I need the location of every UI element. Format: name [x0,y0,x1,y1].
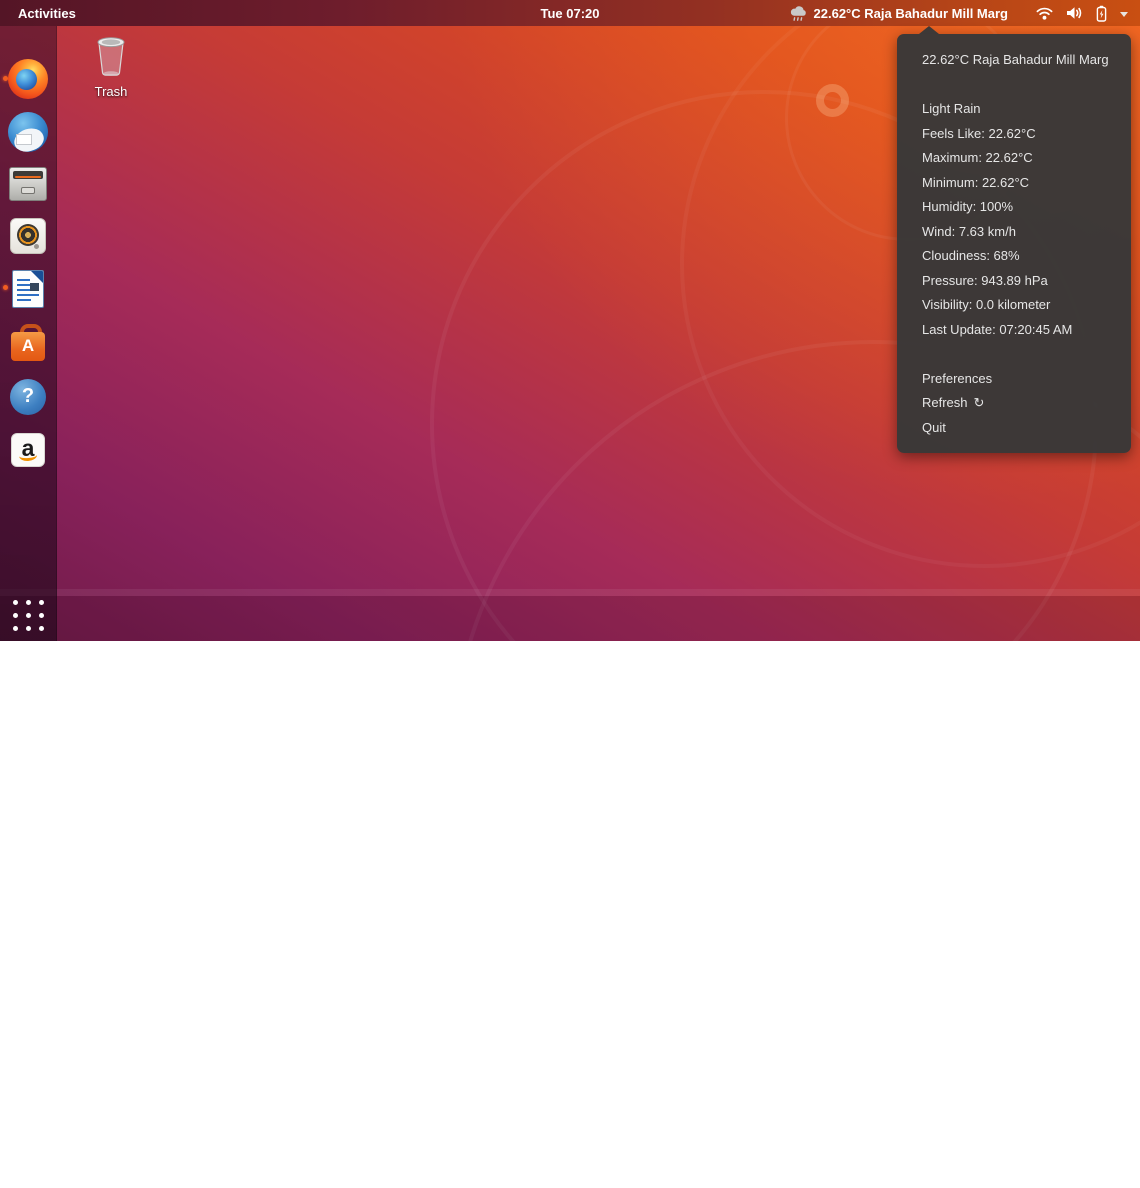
libreoffice-writer-icon [12,270,44,308]
trash-desktop-icon[interactable]: Trash [84,34,138,99]
launcher-item-libreoffice-writer[interactable] [0,262,56,315]
apps-grid-icon [13,600,44,631]
ubuntu-software-icon: A [10,323,46,363]
menu-item-refresh[interactable]: Refresh ↻ [897,391,1131,416]
chevron-down-icon [1120,12,1128,17]
weather-condition: Light Rain [897,97,1131,122]
launcher-item-files[interactable] [0,157,56,210]
weather-detail-feels-like: Feels Like: 22.62°C [897,122,1131,147]
wallpaper-bottom-shade [0,596,1140,641]
weather-menu-header: 22.62°C Raja Bahadur Mill Marg [897,48,1131,73]
menu-item-quit[interactable]: Quit [897,416,1131,441]
refresh-icon: ↻ [974,391,985,416]
volume-icon [1066,6,1083,20]
wallpaper-circle-bottom [450,340,1140,1188]
thunderbird-icon [8,112,48,152]
wallpaper-bottom-stripe [0,589,1140,596]
launcher-item-thunderbird[interactable] [0,105,56,158]
wifi-icon [1036,7,1053,20]
weather-detail-maximum: Maximum: 22.62°C [897,146,1131,171]
weather-detail-minimum: Minimum: 22.62°C [897,171,1131,196]
trash-icon [93,34,129,78]
help-icon: ? [10,379,46,415]
launcher-item-rhythmbox[interactable] [0,209,56,262]
activities-button[interactable]: Activities [10,6,84,21]
weather-detail-wind: Wind: 7.63 km/h [897,220,1131,245]
menu-item-preferences[interactable]: Preferences [897,367,1131,392]
refresh-label: Refresh [922,395,968,410]
weather-indicator-label: 22.62°C Raja Bahadur Mill Marg [814,6,1008,21]
wallpaper-ring-motif [816,84,849,117]
files-icon [9,167,47,201]
firefox-icon [8,59,48,99]
weather-detail-visibility: Visibility: 0.0 kilometer [897,293,1131,318]
amazon-icon: a [11,433,45,467]
weather-indicator-button[interactable]: 22.62°C Raja Bahadur Mill Marg [785,5,1012,22]
clock[interactable]: Tue 07:20 [540,6,599,21]
rhythmbox-icon [10,218,46,254]
weather-detail-pressure: Pressure: 943.89 hPa [897,269,1131,294]
panel-right-cluster: 22.62°C Raja Bahadur Mill Marg [785,5,1132,22]
launcher-item-amazon[interactable]: a [0,423,56,476]
system-status-menu-button[interactable] [1032,5,1132,22]
rain-cloud-icon [789,5,808,22]
top-panel: Activities Tue 07:20 22.62°C Raja Bahadu… [0,0,1140,26]
launcher-item-help[interactable]: ? [0,370,56,423]
trash-label: Trash [84,84,138,99]
weather-detail-cloudiness: Cloudiness: 68% [897,244,1131,269]
launcher-dock: A ? a [0,26,57,641]
weather-detail-humidity: Humidity: 100% [897,195,1131,220]
launcher-item-ubuntu-software[interactable]: A [0,316,56,369]
weather-detail-last-update: Last Update: 07:20:45 AM [897,318,1131,343]
launcher-item-firefox[interactable] [0,52,56,105]
battery-charging-icon [1096,5,1107,22]
show-applications-button[interactable] [0,595,56,635]
weather-menu-popup: 22.62°C Raja Bahadur Mill Marg Light Rai… [897,34,1131,453]
